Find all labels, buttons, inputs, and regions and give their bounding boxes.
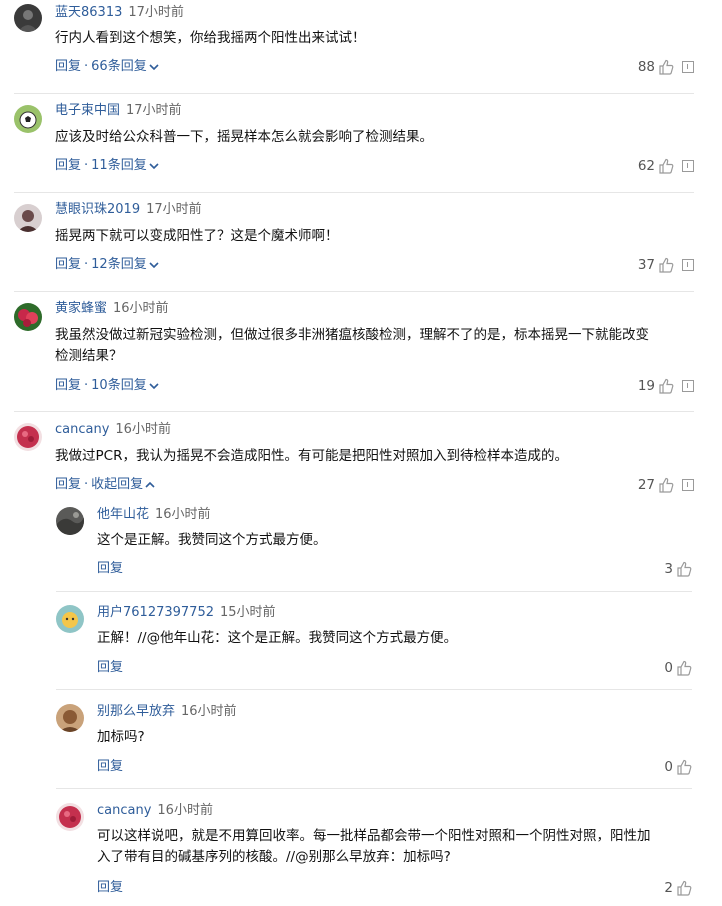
avatar[interactable]	[56, 507, 84, 535]
like-count: 88	[637, 59, 655, 75]
report-icon[interactable]	[682, 160, 694, 172]
reply-button[interactable]: 回复	[97, 561, 123, 576]
username[interactable]: 电子束中国	[55, 103, 120, 118]
thumbs-up-icon[interactable]	[676, 759, 692, 775]
comment-item: 慧眼识珠2019 17小时前 摇晃两下就可以变成阳性了？这是个魔术师啊！ 回复 · 1…	[0, 198, 722, 298]
comment-text: 我虽然没做过新冠实验检测，但做过很多非洲猪瘟核酸检测，理解不了的是，标本摇晃一下…	[55, 327, 649, 364]
collapse-replies-link[interactable]: 收起回复	[91, 477, 143, 492]
username[interactable]: 慧眼识珠2019	[55, 202, 140, 217]
view-replies-link[interactable]: 10条回复	[91, 378, 147, 393]
timestamp: 16小时前	[115, 422, 171, 437]
avatar[interactable]	[56, 803, 84, 831]
divider	[14, 192, 694, 193]
comment-text: 我做过PCR，我认为摇晃不会造成阳性。有可能是把阳性对照加入到待检样本造成的。	[55, 448, 568, 464]
divider	[56, 788, 692, 789]
reply-text: 正解！//@他年山花：这个是正解。我赞同这个方式最方便。	[97, 630, 458, 646]
thumbs-up-icon[interactable]	[658, 257, 674, 273]
report-icon[interactable]	[682, 479, 694, 491]
like-count: 0	[664, 759, 673, 775]
avatar[interactable]	[14, 4, 42, 32]
like-count: 62	[637, 158, 655, 174]
comment-item: 电子束中国 17小时前 应该及时给公众科普一下，摇晃样本怎么就会影响了检测结果。 …	[0, 99, 722, 199]
report-icon[interactable]	[682, 380, 694, 392]
thumbs-up-icon[interactable]	[658, 477, 674, 493]
timestamp: 16小时前	[113, 301, 169, 316]
reply-button[interactable]: 回复	[97, 759, 123, 774]
avatar[interactable]	[14, 303, 42, 331]
comment-text: 摇晃两下就可以变成阳性了？这是个魔术师啊！	[55, 228, 339, 244]
chevron-up-icon[interactable]	[145, 481, 155, 489]
reply-button[interactable]: 回复	[55, 477, 81, 492]
reply-button[interactable]: 回复	[97, 660, 123, 675]
chevron-down-icon[interactable]	[149, 63, 159, 71]
reply-item: cancany 16小时前 可以这样说吧，就是不用算回收率。每一批样品都会带一个阳…	[0, 800, 722, 906]
view-replies-link[interactable]: 66条回复	[91, 59, 147, 74]
thumbs-up-icon[interactable]	[658, 158, 674, 174]
comment-item: cancany 16小时前 我做过PCR，我认为摇晃不会造成阳性。有可能是把阳性对…	[0, 418, 722, 504]
chevron-down-icon[interactable]	[149, 382, 159, 390]
view-replies-link[interactable]: 12条回复	[91, 257, 147, 272]
avatar[interactable]	[14, 423, 42, 451]
username[interactable]: 黄家蜂蜜	[55, 301, 107, 316]
divider	[14, 291, 694, 292]
reply-button[interactable]: 回复	[55, 158, 81, 173]
report-icon[interactable]	[682, 61, 694, 73]
thumbs-up-icon[interactable]	[676, 660, 692, 676]
username[interactable]: 蓝天86313	[55, 5, 122, 20]
reply-button[interactable]: 回复	[55, 378, 81, 393]
username[interactable]: 他年山花	[97, 507, 149, 522]
username[interactable]: 用户76127397752	[97, 605, 214, 620]
comment-text: 行内人看到这个想笑，你给我摇两个阳性出来试试！	[55, 30, 366, 46]
divider	[56, 591, 692, 592]
like-count: 2	[664, 880, 673, 896]
like-count: 19	[637, 378, 655, 394]
thumbs-up-icon[interactable]	[676, 561, 692, 577]
chevron-down-icon[interactable]	[149, 162, 159, 170]
reply-item: 别那么早放弃 16小时前 加标吗? 回复 0	[0, 700, 722, 789]
like-count: 3	[664, 561, 673, 577]
reply-text: 这个是正解。我赞同这个方式最方便。	[97, 532, 327, 548]
timestamp: 15小时前	[219, 605, 276, 620]
reply-text: 加标吗?	[97, 729, 145, 745]
timestamp: 16小时前	[181, 704, 237, 719]
reply-item: 他年山花 16小时前 这个是正解。我赞同这个方式最方便。 回复 3	[0, 504, 722, 592]
divider	[14, 93, 694, 94]
reply-text: 可以这样说吧，就是不用算回收率。每一批样品都会带一个阳性对照和一个阴性对照，阳性…	[97, 828, 651, 865]
like-count: 37	[637, 257, 655, 273]
avatar[interactable]	[56, 605, 84, 633]
timestamp: 17小时前	[126, 103, 182, 118]
reply-button[interactable]: 回复	[55, 59, 81, 74]
timestamp: 16小时前	[155, 507, 211, 522]
thumbs-up-icon[interactable]	[658, 378, 674, 394]
reply-button[interactable]: 回复	[55, 257, 81, 272]
avatar[interactable]	[14, 204, 42, 232]
username[interactable]: 别那么早放弃	[97, 704, 175, 719]
thumbs-up-icon[interactable]	[658, 59, 674, 75]
avatar[interactable]	[56, 704, 84, 732]
view-replies-link[interactable]: 11条回复	[91, 158, 147, 173]
reply-item: 用户76127397752 15小时前 正解！//@他年山花：这个是正解。我赞同这…	[0, 602, 722, 690]
avatar[interactable]	[14, 105, 42, 133]
report-icon[interactable]	[682, 259, 694, 271]
username[interactable]: cancany	[97, 803, 151, 818]
like-count: 0	[664, 660, 673, 676]
comment-item: 蓝天86313 17小时前 行内人看到这个想笑，你给我摇两个阳性出来试试！ 回复 ·…	[0, 0, 722, 100]
chevron-down-icon[interactable]	[149, 261, 159, 269]
timestamp: 17小时前	[128, 5, 184, 20]
comment-item: 黄家蜂蜜 16小时前 我虽然没做过新冠实验检测，但做过很多非洲猪瘟核酸检测，理解不…	[0, 297, 722, 418]
divider	[56, 689, 692, 690]
divider	[14, 411, 694, 412]
like-count: 27	[637, 477, 655, 493]
timestamp: 17小时前	[146, 202, 202, 217]
comment-text: 应该及时给公众科普一下，摇晃样本怎么就会影响了检测结果。	[55, 129, 433, 145]
reply-button[interactable]: 回复	[97, 880, 123, 895]
thumbs-up-icon[interactable]	[676, 880, 692, 896]
timestamp: 16小时前	[157, 803, 213, 818]
username[interactable]: cancany	[55, 422, 109, 437]
